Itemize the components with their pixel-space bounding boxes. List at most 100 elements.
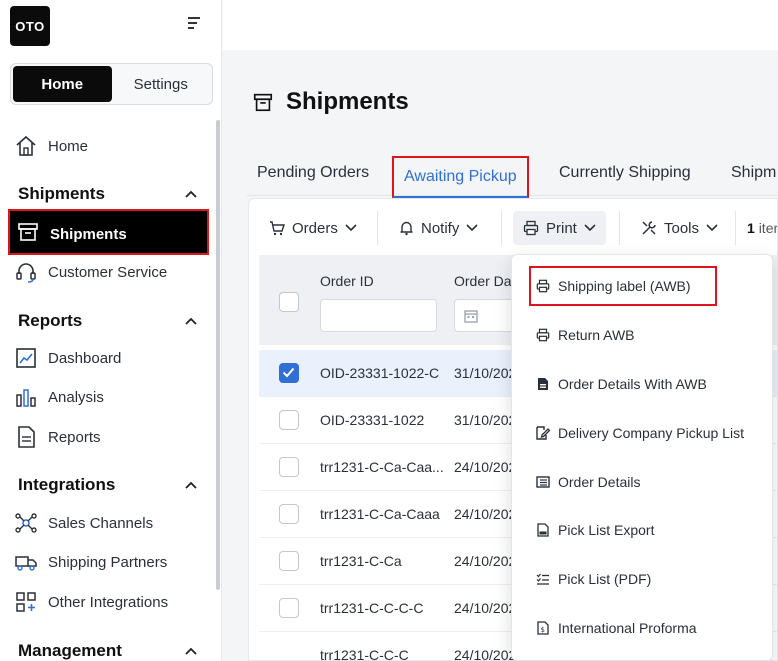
row-checkbox[interactable] — [279, 504, 299, 524]
toolbar-divider — [735, 211, 736, 245]
sidebar-item-dashboard[interactable]: Dashboard — [14, 343, 121, 373]
sidebar-item-label: Home — [48, 137, 89, 155]
menu-item-delivery-company-pickup-list[interactable]: Delivery Company Pickup List — [536, 421, 744, 445]
csv-file-icon — [536, 523, 550, 537]
order-id-cell[interactable]: OID-23331-1022-C — [320, 365, 439, 381]
order-id-cell[interactable]: trr1231-C-Ca-Caaa — [320, 506, 440, 522]
top-bar — [223, 0, 778, 50]
network-icon — [14, 511, 38, 535]
tab-awaiting-pickup[interactable]: Awaiting Pickup — [392, 156, 529, 198]
row-checkbox[interactable] — [279, 410, 299, 430]
svg-text:$: $ — [541, 626, 545, 634]
sidebar-item-customer-service[interactable]: Customer Service — [14, 257, 167, 287]
chevron-up-icon — [185, 647, 197, 655]
sidebar-item-label: Reports — [48, 428, 101, 446]
toolbar-divider — [501, 211, 502, 245]
menu-item-label: Shipping label (AWB) — [558, 278, 691, 294]
column-header-order-id[interactable]: Order ID — [320, 273, 374, 289]
section-title: Shipments — [18, 184, 105, 203]
print-dropdown-menu: Shipping label (AWB) Return AWB Order De… — [511, 254, 773, 661]
menu-item-pick-list-export[interactable]: Pick List Export — [536, 518, 654, 542]
order-id-cell[interactable]: OID-23331-1022 — [320, 412, 424, 428]
row-checkbox[interactable] — [279, 598, 299, 618]
menu-item-order-details[interactable]: Order Details — [536, 470, 640, 494]
order-date-cell: 24/10/202 — [454, 600, 517, 616]
section-title: Integrations — [18, 475, 116, 494]
sidebar-item-label: Shipments — [50, 225, 127, 243]
items-count-label: iter — [758, 220, 778, 236]
row-checkbox[interactable] — [279, 551, 299, 571]
sidebar-scrollbar[interactable] — [216, 120, 220, 590]
order-id-cell[interactable]: trr1231-C-Ca-Caa... — [320, 459, 444, 475]
sidebar-item-reports[interactable]: Reports — [14, 422, 101, 452]
invoice-icon: $ — [536, 621, 550, 635]
orders-button[interactable]: Orders — [259, 211, 367, 245]
headset-icon — [14, 260, 38, 284]
printer-icon — [536, 328, 550, 342]
collapse-menu-icon[interactable] — [184, 15, 202, 31]
section-shipments[interactable]: Shipments — [18, 181, 198, 207]
menu-item-label: Pick List Export — [558, 522, 655, 538]
notify-button[interactable]: Notify — [389, 211, 488, 245]
section-integrations[interactable]: Integrations — [18, 472, 198, 498]
print-button[interactable]: Print — [513, 211, 606, 245]
order-id-filter-input[interactable] — [320, 299, 437, 332]
file-icon — [536, 377, 550, 391]
menu-item-international-proforma[interactable]: $ International Proforma — [536, 616, 697, 640]
notify-label: Notify — [421, 219, 460, 237]
tab-pending-orders[interactable]: Pending Orders — [257, 150, 369, 196]
chevron-up-icon — [185, 317, 197, 325]
checklist-icon — [536, 572, 550, 586]
order-id-cell[interactable]: trr1231-C-Ca — [320, 553, 402, 569]
order-date-cell: 24/10/202 — [454, 647, 517, 661]
menu-item-order-details-with-awb[interactable]: Order Details With AWB — [536, 372, 707, 396]
chevron-down-icon — [466, 224, 478, 232]
tab-currently-shipping[interactable]: Currently Shipping — [559, 150, 691, 196]
home-toggle-button[interactable]: Home — [13, 66, 112, 102]
menu-item-return-awb[interactable]: Return AWB — [536, 323, 635, 347]
chevron-down-icon — [706, 224, 718, 232]
sidebar-item-other-integrations[interactable]: Other Integrations — [14, 587, 168, 617]
edit-document-icon — [536, 426, 550, 440]
check-icon — [282, 367, 295, 378]
row-checkbox[interactable] — [279, 457, 299, 477]
grid-plus-icon — [14, 590, 38, 614]
sidebar-item-analysis[interactable]: Analysis — [14, 382, 104, 412]
archive-box-icon — [16, 220, 40, 248]
order-id-cell[interactable]: trr1231-C-C-C — [320, 647, 409, 660]
chevron-down-icon — [345, 224, 357, 232]
sidebar-item-sales-channels[interactable]: Sales Channels — [14, 508, 153, 538]
cart-icon — [270, 221, 285, 236]
calendar-icon — [464, 310, 478, 323]
row-checkbox[interactable] — [279, 363, 299, 383]
sidebar-item-shipping-partners[interactable]: Shipping Partners — [14, 547, 167, 577]
tab-shipped[interactable]: Shipm — [731, 150, 776, 196]
order-date-cell: 24/10/202 — [454, 459, 517, 475]
sidebar-item-home[interactable]: Home — [14, 131, 88, 161]
sidebar-item-label: Analysis — [48, 388, 104, 406]
sidebar-item-shipments[interactable]: Shipments — [8, 209, 209, 255]
toolbar-divider — [377, 211, 378, 245]
tools-button[interactable]: Tools — [631, 211, 728, 245]
section-title: Reports — [18, 311, 83, 330]
tools-icon — [642, 221, 656, 235]
section-management[interactable]: Management — [18, 638, 198, 661]
printer-icon — [536, 279, 550, 293]
settings-toggle-button[interactable]: Settings — [112, 66, 211, 102]
items-count: 1 iter — [747, 220, 778, 236]
section-reports[interactable]: Reports — [18, 308, 198, 334]
dashboard-icon — [14, 346, 38, 370]
order-id-cell[interactable]: trr1231-C-C-C-C — [320, 600, 423, 616]
chevron-down-icon — [584, 224, 596, 232]
items-count-number: 1 — [747, 220, 755, 236]
menu-item-label: Return AWB — [558, 327, 635, 343]
house-icon — [14, 134, 38, 158]
app-logo[interactable]: OTO — [10, 6, 50, 46]
menu-item-pick-list-pdf[interactable]: Pick List (PDF) — [536, 567, 651, 591]
menu-item-label: Order Details — [558, 474, 641, 490]
truck-icon — [14, 550, 38, 574]
page-title-text: Shipments — [286, 88, 409, 115]
menu-item-shipping-label-awb[interactable]: Shipping label (AWB) — [536, 274, 691, 298]
column-header-order-date[interactable]: Order Da — [454, 273, 512, 289]
select-all-checkbox[interactable] — [279, 292, 299, 312]
